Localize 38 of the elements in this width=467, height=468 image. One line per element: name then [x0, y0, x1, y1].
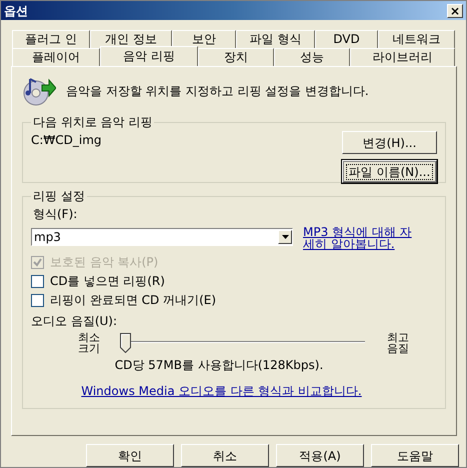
dialog-button[interactable]: 도움말: [371, 444, 459, 467]
group-title: 리핑 설정: [32, 188, 86, 206]
checkbox[interactable]: [31, 274, 44, 288]
checkbox-label: 보호된 음악 복사(P): [50, 254, 158, 272]
format-dropdown[interactable]: mp3: [31, 228, 293, 246]
compare-formats-link[interactable]: Windows Media 오디오를 다른 형식과 비교합니다.: [81, 382, 362, 400]
tab[interactable]: 장치: [198, 48, 274, 66]
tab[interactable]: 개인 정보: [90, 30, 172, 48]
tab[interactable]: DVD: [315, 30, 378, 48]
group-title: 다음 위치로 음악 리핑: [32, 114, 154, 132]
min-size-label: 최소 크기: [77, 332, 101, 354]
dropdown-arrow-icon: [282, 235, 288, 240]
tab[interactable]: 플러그 인: [12, 30, 90, 48]
checkbox-label: CD를 넣으면 리핑(R): [50, 273, 165, 290]
slider-thumb[interactable]: [120, 333, 131, 354]
checkbox[interactable]: [31, 294, 44, 307]
max-quality-label: 최고 음질: [386, 332, 410, 354]
tab[interactable]: 플레이어: [12, 48, 100, 66]
tab[interactable]: 성능: [274, 48, 350, 66]
tab[interactable]: 파일 형식: [236, 30, 315, 48]
checkbox-label: 리핑이 완료되면 CD 꺼내기(E): [50, 292, 216, 310]
dialog-button[interactable]: 확인: [86, 444, 174, 467]
description-text: 음악을 저장할 위치를 지정하고 리핑 설정을 변경합니다.: [66, 83, 369, 100]
quality-label: 오디오 음질(U):: [31, 313, 118, 330]
close-button[interactable]: ×: [447, 4, 463, 18]
tab[interactable]: 보안: [172, 30, 236, 48]
dialog-button[interactable]: 변경(H)...: [342, 131, 437, 154]
tab[interactable]: 네트워크: [378, 30, 455, 48]
tab[interactable]: 라이브러리: [350, 48, 455, 66]
dialog-button[interactable]: 취소: [181, 444, 269, 467]
dialog-button[interactable]: 적용(A): [276, 444, 364, 467]
dialog-button[interactable]: 파일 이름(N)...: [342, 160, 437, 184]
tab[interactable]: 음악 리핑: [100, 46, 198, 66]
usage-text: CD당 57MB를 사용합니다(128Kbps).: [114, 357, 324, 374]
folder-path: C:₩CD_img: [31, 132, 102, 150]
format-label: 형식(F):: [33, 206, 78, 224]
window-title: 옵션: [4, 2, 28, 20]
format-info-link[interactable]: MP3 형식에 대해 자세히 알아봅니다.: [303, 226, 415, 250]
